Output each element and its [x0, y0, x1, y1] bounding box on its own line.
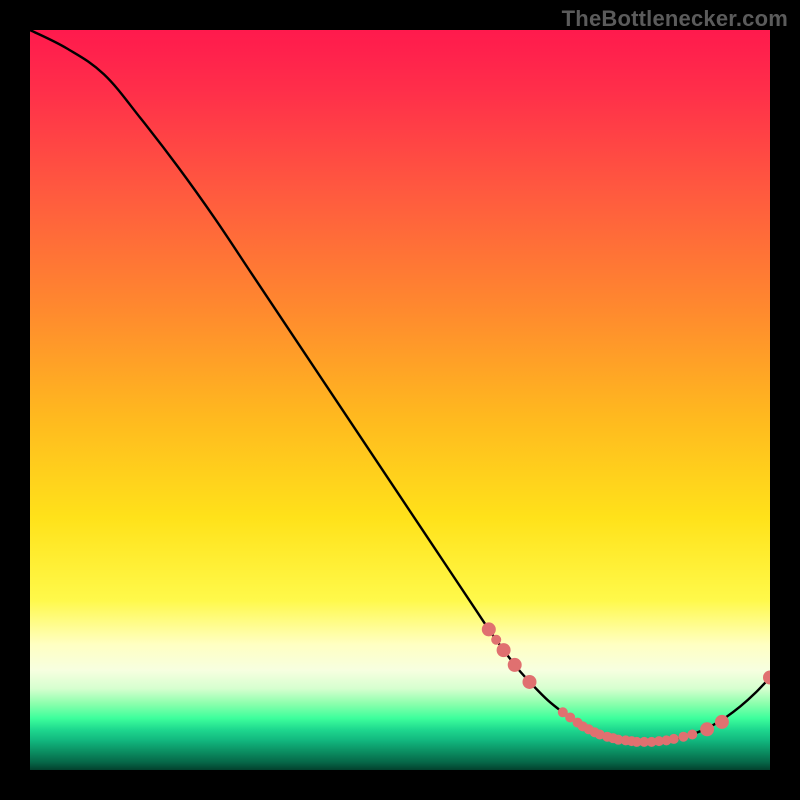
marker-dot [678, 732, 688, 742]
marker-dot [491, 635, 501, 645]
marker-dot [508, 658, 522, 672]
bottleneck-curve [30, 30, 770, 742]
marker-group [482, 622, 770, 746]
curve-group [30, 30, 770, 742]
marker-dot [497, 643, 511, 657]
marker-dot [523, 675, 537, 689]
marker-dot [687, 729, 697, 739]
marker-dot [482, 622, 496, 636]
plot-area [30, 30, 770, 770]
marker-dot [700, 722, 714, 736]
chart-overlay [30, 30, 770, 770]
watermark-text: TheBottlenecker.com [562, 6, 788, 32]
marker-dot [715, 715, 729, 729]
marker-dot [669, 734, 679, 744]
chart-stage: TheBottlenecker.com [0, 0, 800, 800]
